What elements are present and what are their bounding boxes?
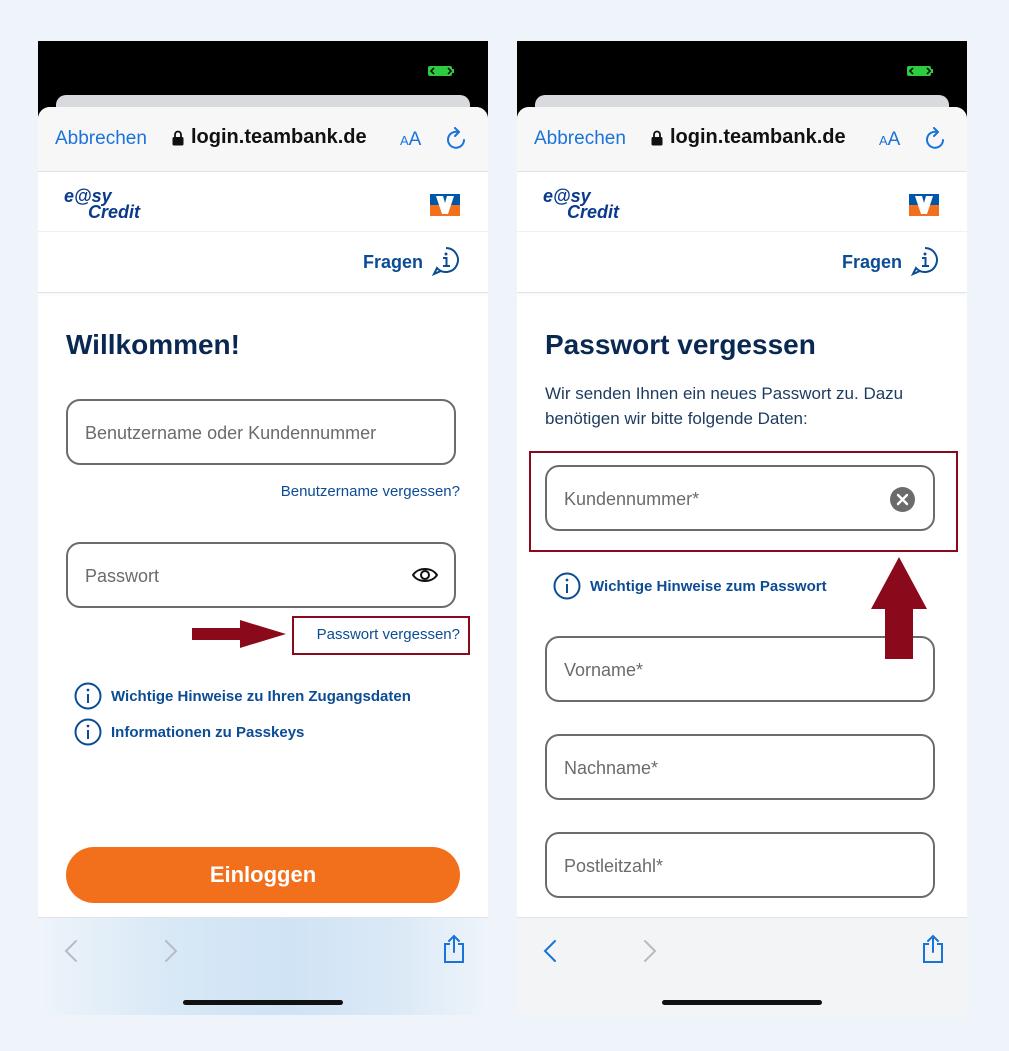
help-bar: Fragen bbox=[38, 232, 488, 293]
eye-icon[interactable] bbox=[412, 565, 438, 585]
browser-toolbar: Abbrechen login.teambank.de AA bbox=[517, 107, 967, 172]
site-header: e@sy Credit bbox=[38, 172, 488, 232]
password-placeholder: Passwort bbox=[85, 566, 160, 586]
username-placeholder: Benutzername oder Kundennummer bbox=[85, 423, 377, 443]
last-name-input[interactable]: Nachname* bbox=[545, 734, 935, 800]
cancel-button[interactable]: Abbrechen bbox=[55, 128, 147, 150]
annotation-arrow-up-icon bbox=[871, 557, 927, 659]
back-chevron-icon[interactable] bbox=[62, 938, 80, 964]
help-bubble-icon[interactable] bbox=[432, 246, 460, 276]
last-name-placeholder: Nachname* bbox=[564, 758, 659, 778]
volksbank-logo-icon bbox=[909, 194, 939, 216]
forward-chevron-icon[interactable] bbox=[641, 938, 659, 964]
help-bar: Fragen bbox=[517, 232, 967, 293]
back-chevron-icon[interactable] bbox=[541, 938, 559, 964]
help-link[interactable]: Fragen bbox=[842, 252, 902, 273]
postal-code-input[interactable]: Postleitzahl* bbox=[545, 832, 935, 898]
text-size-button[interactable]: AA bbox=[879, 129, 900, 151]
page-title: Willkommen! bbox=[66, 329, 240, 360]
browser-toolbar: Abbrechen login.teambank.de AA bbox=[38, 107, 488, 172]
intro-text: Wir senden Ihnen ein neues Passwort zu. … bbox=[545, 384, 904, 428]
battery-icon bbox=[907, 66, 933, 76]
home-indicator bbox=[183, 1000, 343, 1005]
customer-number-highlight bbox=[529, 451, 958, 552]
volksbank-logo-icon bbox=[430, 194, 460, 216]
reload-icon[interactable] bbox=[446, 127, 468, 151]
info-link-passkeys[interactable]: Informationen zu Passkeys bbox=[74, 718, 304, 746]
address-bar[interactable]: login.teambank.de bbox=[172, 126, 367, 149]
info-link-credentials[interactable]: Wichtige Hinweise zu Ihren Zugangsdaten bbox=[74, 682, 411, 710]
info-icon bbox=[74, 682, 102, 710]
password-hint-link[interactable]: Wichtige Hinweise zum Passwort bbox=[553, 572, 827, 600]
lock-icon bbox=[172, 130, 184, 145]
forward-chevron-icon[interactable] bbox=[162, 938, 180, 964]
browser-sheet: Abbrechen login.teambank.de AA e@sy Cred… bbox=[38, 107, 488, 1015]
share-icon[interactable] bbox=[921, 934, 945, 964]
annotation-arrow-right-icon bbox=[192, 620, 286, 648]
share-icon[interactable] bbox=[442, 934, 466, 964]
text-size-button[interactable]: AA bbox=[400, 129, 421, 151]
phone-login-screen: Abbrechen login.teambank.de AA e@sy Cred… bbox=[38, 41, 488, 1015]
reload-icon[interactable] bbox=[925, 127, 947, 151]
url-text: login.teambank.de bbox=[670, 126, 846, 148]
easycredit-logo[interactable]: e@sy Credit bbox=[64, 186, 146, 222]
lock-icon bbox=[651, 130, 663, 145]
info-icon bbox=[553, 572, 581, 600]
battery-icon bbox=[428, 66, 454, 76]
forgot-password-highlight bbox=[292, 616, 470, 655]
address-bar[interactable]: login.teambank.de bbox=[651, 126, 846, 149]
login-button[interactable]: Einloggen bbox=[66, 847, 460, 903]
username-input[interactable]: Benutzername oder Kundennummer bbox=[66, 399, 456, 465]
password-input[interactable]: Passwort bbox=[66, 542, 456, 608]
help-link[interactable]: Fragen bbox=[363, 252, 423, 273]
home-indicator bbox=[662, 1000, 822, 1005]
url-text: login.teambank.de bbox=[191, 126, 367, 148]
easycredit-logo[interactable]: e@sy Credit bbox=[543, 186, 625, 222]
help-bubble-icon[interactable] bbox=[911, 246, 939, 276]
browser-bottom-bar bbox=[517, 917, 967, 1015]
site-header: e@sy Credit bbox=[517, 172, 967, 232]
info-icon bbox=[74, 718, 102, 746]
first-name-placeholder: Vorname* bbox=[564, 660, 644, 680]
page-title: Passwort vergessen bbox=[545, 329, 816, 360]
postal-code-placeholder: Postleitzahl* bbox=[564, 856, 664, 876]
cancel-button[interactable]: Abbrechen bbox=[534, 128, 626, 150]
browser-bottom-bar bbox=[38, 917, 488, 1015]
forgot-username-link[interactable]: Benutzername vergessen? bbox=[281, 483, 460, 500]
